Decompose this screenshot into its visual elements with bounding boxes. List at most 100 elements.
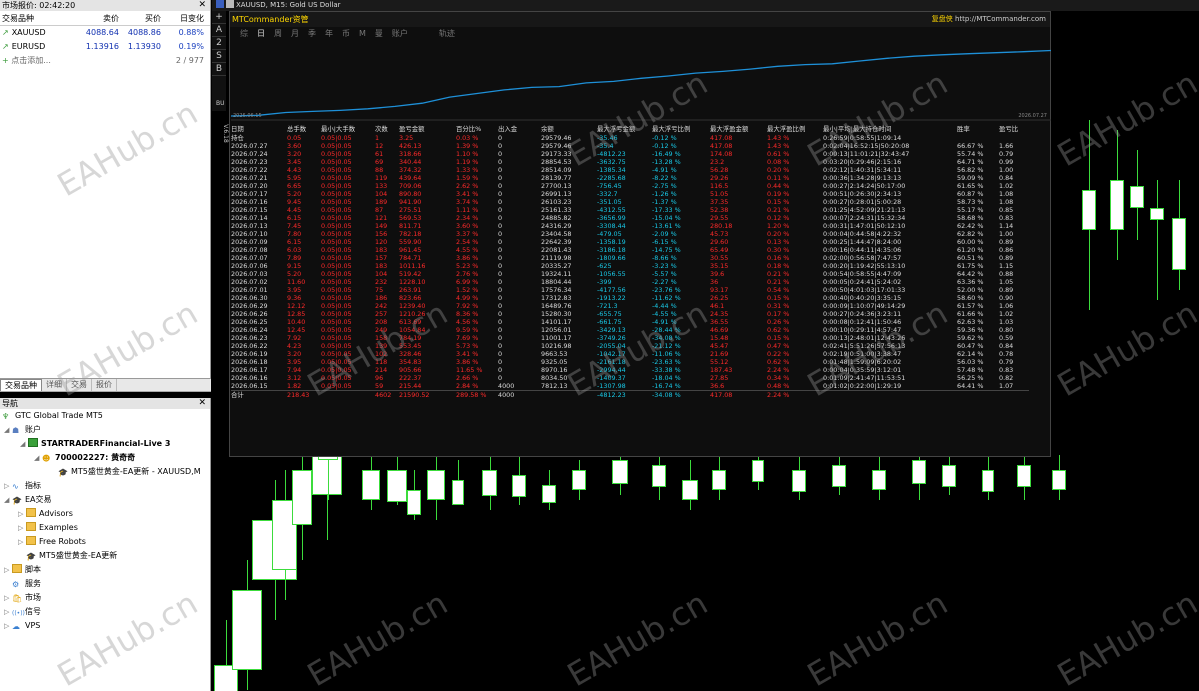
col-header[interactable]: 最大浮盈金额 [710,124,767,134]
tab-symbols[interactable]: 交易品种 [0,379,42,391]
table-row[interactable]: 2026.06.30 9.36 0.05|0.05 186 823.66 4.99 % 0 1… [231,294,1029,302]
menu-item[interactable]: 账户 [392,29,408,38]
table-cell: 1.00 [999,230,1014,238]
col-header[interactable]: 最大浮亏金额 [597,124,652,134]
menu-item[interactable]: 季 [308,29,316,38]
crosshair-tool[interactable]: + [212,11,226,24]
table-row[interactable]: 2026.07.22 4.43 0.05|0.05 88 374.32 1.33 % 0 28… [231,166,1029,174]
nav-signals[interactable]: ▷ ((•))信号 [0,605,210,619]
col-header[interactable]: 最大浮亏比例 [652,124,710,134]
nav-experts[interactable]: ◢ 🎓 EA交易 [0,493,210,507]
nav-folder-examples[interactable]: ▷ Examples [0,521,210,535]
table-row[interactable]: 2026.07.03 5.20 0.05|0.05 104 519.42 2.76 % 0 1… [231,270,1029,278]
tool-4[interactable]: B [212,63,226,76]
symbol-row-xauusd[interactable]: ↗ XAUUSD 4088.64 4088.86 0.88% [0,26,210,40]
menu-item-daily[interactable]: 日 [257,29,265,38]
nav-market[interactable]: ▷ 🛍 市场 [0,591,210,605]
col-header[interactable]: 最小|平均|最大持仓时间 [823,124,957,134]
table-row[interactable]: 2026.07.17 5.20 0.05|0.05 104 890.80 3.41 % 0 2… [231,190,1029,198]
nav-folder-advisors[interactable]: ▷ Advisors [0,507,210,521]
col-header[interactable]: 总手数 [287,124,321,134]
col-header[interactable]: 盈亏比 [999,124,1029,134]
nav-accounts[interactable]: ◢ ☗ 账户 [0,423,210,437]
nav-account[interactable]: ◢ ☻ 700002227: 黄奇奇 [0,451,210,465]
nav-folder-free-robots[interactable]: ▷ Free Robots [0,535,210,549]
add-symbol-row[interactable]: + 点击添加... 2 / 977 [0,54,210,68]
table-row[interactable]: 2026.07.21 5.95 0.05|0.05 119 439.64 1.59 % 0 2… [231,174,1029,182]
nav-broker[interactable]: ♆ GTC Global Trade MT5 [0,409,210,423]
table-row[interactable]: 2026.07.24 3.20 0.05|0.05 61 318.66 1.10 % 0 29… [231,150,1029,158]
table-row[interactable]: 2026.07.15 4.45 0.05|0.05 87 275.51 1.11 % 0 25… [231,206,1029,214]
table-row[interactable]: 持仓 0.05 0.05|0.05 1 3.25 0.03 % 0 29579.46 -35.4… [231,134,1029,142]
table-cell: 0:00:27|0:24:36|3:23:11 [823,310,902,318]
table-row[interactable]: 2026.07.09 6.15 0.05|0.05 120 559.90 2.54 % 0 2… [231,238,1029,246]
table-cell: 23.2 [710,158,725,166]
table-row[interactable]: 2026.06.19 3.20 0.05|0.05 102 328.46 3.41 % 0 9… [231,350,1029,358]
menu-item[interactable]: 曼 [375,29,383,38]
nav-indicators[interactable]: ▷ ∿ 指标 [0,479,210,493]
col-header[interactable]: 次数 [375,124,399,134]
menu-item[interactable]: 周 [274,29,282,38]
table-row[interactable]: 2026.07.02 11.60 0.05|0.05 232 1228.10 6.99 %… [231,278,1029,286]
menu-item[interactable]: M [359,29,366,38]
table-cell: 784.19 [399,334,422,342]
tool-3[interactable]: S [212,50,226,63]
tool-2[interactable]: 2 [212,37,226,50]
col-header[interactable]: 日期 [231,124,287,134]
table-row[interactable]: 2026.07.13 7.45 0.05|0.05 149 811.71 3.60 % 0 2… [231,222,1029,230]
table-row[interactable]: 2026.07.27 3.60 0.05|0.05 12 426.13 1.39 % 0 29… [231,142,1029,150]
col-header[interactable]: 最大浮盈比例 [767,124,823,134]
table-row[interactable]: 2026.07.20 6.65 0.05|0.05 133 709.06 2.62 % 0 2… [231,182,1029,190]
menu-item[interactable]: 综 [240,29,248,38]
table-row[interactable]: 2026.07.14 6.15 0.05|0.05 121 569.53 2.34 % 0 2… [231,214,1029,222]
table-row[interactable]: 2026.06.22 4.23 0.05|0.05 139 553.45 5.73 % 0 1… [231,342,1029,350]
col-change[interactable]: 日变化 [164,11,207,25]
symbol-row-eurusd[interactable]: ↗ EURUSD 1.13916 1.13930 0.19% [0,40,210,54]
menu-item[interactable]: 币 [342,29,350,38]
nav-services[interactable]: ⚙ 服务 [0,577,210,591]
report-brand[interactable]: 复盘侠 http://MTCommander.com [932,12,1046,27]
col-ask[interactable]: 买价 [122,11,164,25]
menu-item[interactable]: 轨迹 [439,29,455,38]
col-header[interactable]: 胜率 [957,124,999,134]
table-row[interactable]: 2026.06.17 7.94 0.05|0.05 214 905.66 11.65 % 0… [231,366,1029,374]
nav-server[interactable]: ◢ STARTRADERFinancial-Live 3 [0,437,210,451]
col-bid[interactable]: 卖价 [78,11,122,25]
tab-ticks[interactable]: 报价 [92,379,117,391]
col-header[interactable]: 最小|大手数 [321,124,375,134]
table-row[interactable]: 2026.06.26 12.85 0.05|0.05 257 1210.26 8.36 %… [231,310,1029,318]
close-icon[interactable]: ✕ [198,0,206,11]
table-row[interactable]: 2026.07.07 7.89 0.05|0.05 157 784.71 3.86 % 0 2… [231,254,1029,262]
table-row[interactable]: 2026.06.25 10.40 0.05|0.05 208 613.69 4.56 % 0… [231,318,1029,326]
table-row[interactable]: 2026.07.06 9.15 0.05|0.05 183 1011.16 5.23 % 0… [231,262,1029,270]
table-cell: 59.62 % [957,334,984,342]
candle-body [982,470,994,492]
text-tool[interactable]: A [212,24,226,37]
tab-details[interactable]: 详细 [42,379,67,391]
nav-ea-file[interactable]: 🎓 MT5盛世黄金-EA更新 [0,549,210,563]
menu-item[interactable]: 月 [291,29,299,38]
table-cell: 0:00:50|4:01:03|17:01:33 [823,286,906,294]
table-row[interactable]: 2026.06.23 7.92 0.05|0.05 158 784.19 7.69 % 0 1… [231,334,1029,342]
nav-vps[interactable]: ▷ ☁ VPS [0,619,210,633]
table-row[interactable]: 2026.07.01 3.95 0.05|0.05 75 263.91 1.52 % 0 17… [231,286,1029,294]
col-header[interactable]: 盈亏金额 [399,124,456,134]
table-row[interactable]: 2026.06.29 12.12 0.05|0.05 242 1239.40 7.92 %… [231,302,1029,310]
col-symbol[interactable]: 交易品种 [0,11,78,25]
col-header[interactable]: 百分比% [456,124,498,134]
table-row[interactable]: 2026.07.10 7.80 0.05|0.05 156 782.18 3.37 % 0 2… [231,230,1029,238]
nav-scripts[interactable]: ▷ 脚本 [0,563,210,577]
tab-trading[interactable]: 交易 [67,379,92,391]
menu-item[interactable]: 年 [325,29,333,38]
nav-ea-instance[interactable]: 🎓 MT5盛世黄金-EA更新 - XAUUSD,M [0,465,210,479]
col-header[interactable]: 出入金 [498,124,541,134]
close-icon[interactable]: ✕ [198,398,206,409]
table-row[interactable]: 2026.06.15 1.82 0.05|0.05 59 215.44 2.84 % 400… [231,382,1029,391]
table-row[interactable]: 2026.07.23 3.45 0.05|0.05 69 340.44 1.19 % 0 28… [231,158,1029,166]
table-row[interactable]: 2026.06.16 3.12 0.05|0.05 96 222.37 2.66 % 0 80… [231,374,1029,382]
table-row[interactable]: 2026.07.08 6.03 0.05|0.05 183 961.45 4.55 % 0 2… [231,246,1029,254]
col-header[interactable]: 余额 [541,124,597,134]
table-row[interactable]: 2026.06.24 12.45 0.05|0.05 249 1054.84 9.59 %… [231,326,1029,334]
table-row[interactable]: 2026.06.18 3.95 0.05|0.05 118 354.83 3.86 % 0 9… [231,358,1029,366]
table-row[interactable]: 2026.07.16 9.45 0.05|0.05 189 941.90 3.74 % 0 2… [231,198,1029,206]
